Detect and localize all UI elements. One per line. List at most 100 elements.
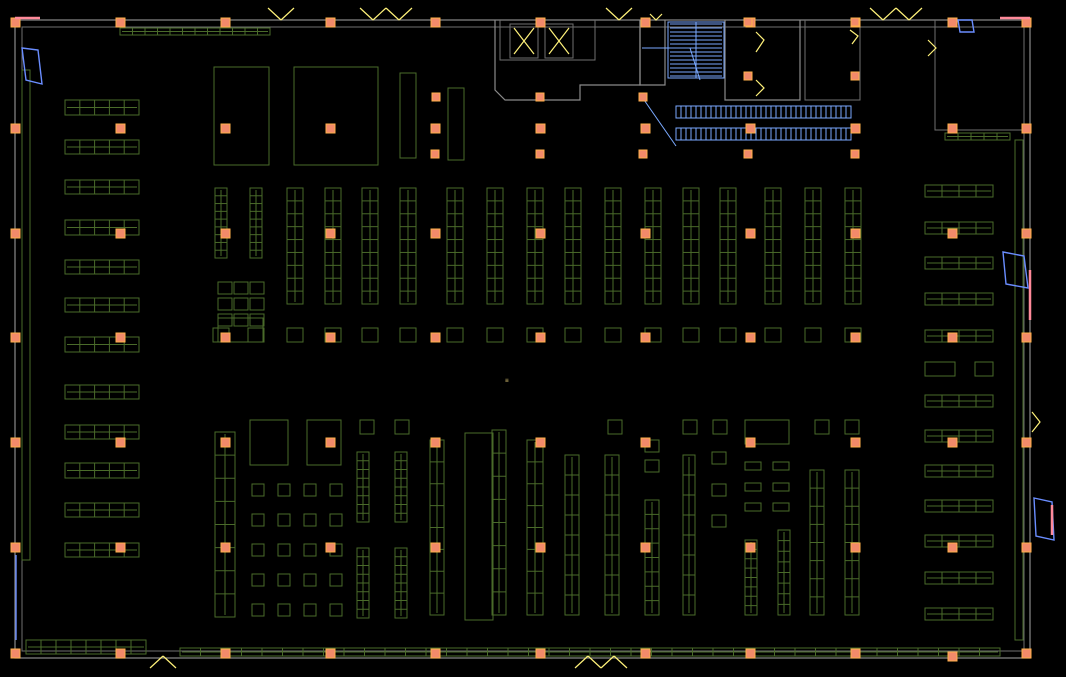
display-cube — [277, 603, 291, 617]
structural-column — [325, 228, 336, 239]
shelf-unit — [924, 221, 994, 235]
structural-column — [1021, 332, 1032, 343]
display-cube — [251, 513, 265, 527]
shelf-unit — [446, 187, 464, 305]
shelf-unit — [64, 424, 140, 440]
structural-column — [535, 648, 546, 659]
shelf-unit — [564, 454, 580, 616]
display-cell — [249, 297, 265, 311]
end-cap — [764, 327, 782, 343]
structural-column — [10, 228, 21, 239]
shelf-unit — [394, 451, 408, 523]
structural-column — [535, 437, 546, 448]
structural-column — [430, 332, 441, 343]
shelf-unit — [491, 429, 507, 616]
shelf-block — [924, 361, 956, 377]
display-cube — [303, 573, 317, 587]
display-cube — [744, 482, 762, 492]
door-swing — [359, 7, 374, 21]
shelf-unit — [924, 571, 994, 585]
structural-column — [325, 437, 336, 448]
shelf-unit — [682, 187, 700, 305]
shelf-unit — [64, 179, 140, 195]
display-cell — [249, 281, 265, 295]
display-cube — [814, 419, 830, 435]
display-cell — [233, 313, 249, 327]
display-cube — [772, 482, 790, 492]
structural-column — [1021, 437, 1032, 448]
door-swing — [755, 31, 765, 53]
structural-column — [638, 92, 648, 102]
door-swing — [1031, 411, 1041, 433]
door-swing — [605, 7, 620, 21]
long-counter — [464, 432, 494, 621]
end-cap — [446, 327, 464, 343]
display-cube — [359, 419, 375, 435]
display-cube — [711, 514, 727, 528]
structural-column — [325, 17, 336, 28]
shelf-unit — [214, 187, 228, 259]
door-swing — [618, 7, 633, 21]
structural-column — [115, 648, 126, 659]
display-cube — [329, 573, 343, 587]
structural-column — [220, 123, 231, 134]
door-swing — [267, 7, 282, 21]
end-cap — [804, 327, 822, 343]
structural-column — [10, 437, 21, 448]
end-cap — [564, 327, 582, 343]
shelf-unit — [119, 27, 271, 36]
structural-column — [115, 17, 126, 28]
shelf-unit — [356, 547, 370, 619]
shelf-unit — [924, 607, 994, 621]
left-wall-shelving — [21, 69, 140, 561]
structural-column — [430, 149, 440, 159]
structural-column — [640, 648, 651, 659]
structural-column — [947, 332, 958, 343]
display-cube — [329, 603, 343, 617]
door-swing — [908, 7, 923, 21]
structural-column — [10, 123, 21, 134]
display-cube — [712, 419, 728, 435]
display-cell — [217, 281, 233, 295]
shelf-unit — [356, 451, 370, 523]
door-swing — [882, 7, 897, 21]
structural-column — [1021, 123, 1032, 134]
end-cap — [399, 327, 417, 343]
display-cube — [711, 483, 727, 497]
structural-column — [850, 437, 861, 448]
structural-column — [535, 149, 545, 159]
shelf-unit — [394, 547, 408, 619]
shelf-unit — [64, 219, 140, 236]
structural-column — [850, 332, 861, 343]
structural-column — [1021, 542, 1032, 553]
structural-column — [745, 123, 756, 134]
display-block — [213, 66, 270, 166]
shelf-unit — [64, 384, 140, 400]
structural-column — [220, 228, 231, 239]
structural-column — [640, 17, 651, 28]
door-swing — [869, 7, 884, 21]
shelf-unit — [604, 187, 622, 305]
display-cube — [744, 502, 762, 512]
escalators — [641, 96, 852, 147]
display-table — [249, 419, 289, 466]
shelf-unit — [64, 297, 140, 313]
structural-column — [743, 71, 753, 81]
service-core — [494, 20, 1024, 131]
structural-column — [115, 228, 126, 239]
outer-walls — [14, 19, 1031, 659]
stairs — [642, 21, 725, 81]
floor-plan-drawing: ≡ — [10, 7, 1055, 669]
structural-column — [850, 542, 861, 553]
display-cell — [217, 313, 233, 327]
end-cap — [682, 327, 700, 343]
structural-column — [325, 123, 336, 134]
display-block — [293, 66, 379, 166]
display-cube — [644, 459, 660, 473]
escalator-outline — [675, 105, 852, 119]
perimeter-counters — [25, 27, 1024, 657]
structural-column — [850, 71, 860, 81]
display-cube — [277, 513, 291, 527]
structural-column — [115, 332, 126, 343]
structural-column — [115, 542, 126, 553]
